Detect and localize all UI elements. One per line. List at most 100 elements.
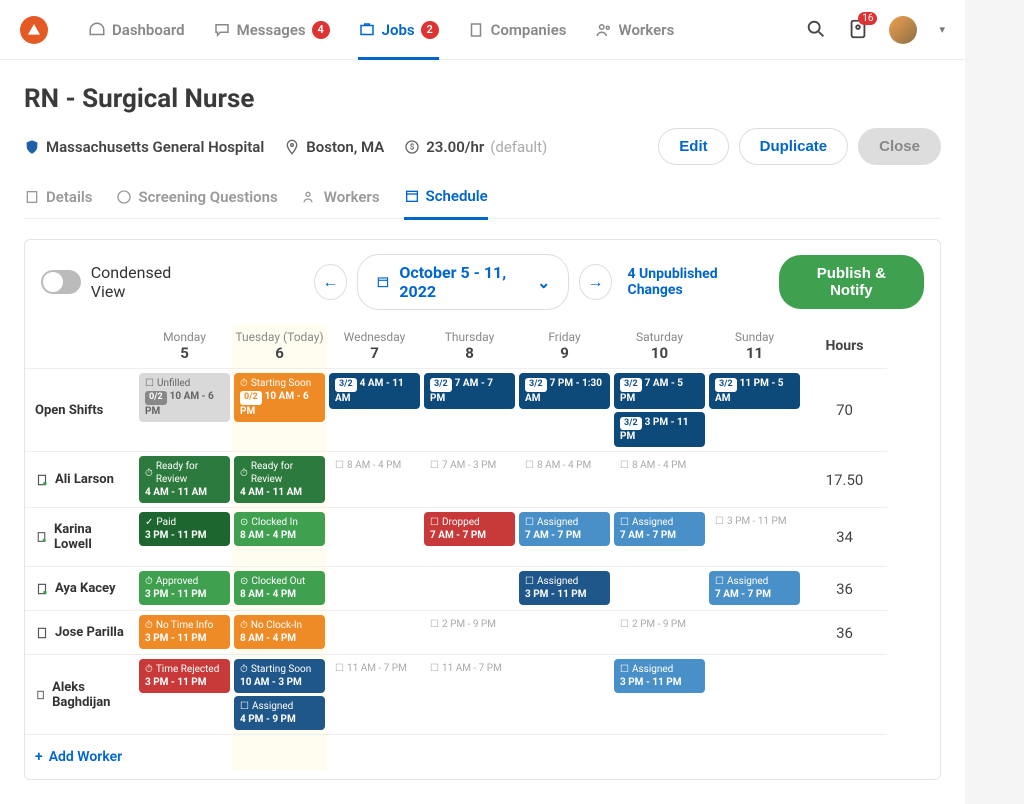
doc-icon [24, 189, 40, 205]
notif-badge: 16 [858, 12, 877, 25]
row-worker[interactable]: Aleks Baghdijan [25, 654, 137, 734]
worker-icon [35, 530, 48, 544]
shift-card[interactable]: ☐ Assigned4 PM - 9 PM [234, 696, 325, 730]
shift-card[interactable]: ⏱ Starting Soon0/210 AM - 6 PM [234, 373, 325, 422]
edit-button[interactable]: Edit [658, 128, 728, 165]
condensed-toggle[interactable] [41, 270, 81, 294]
shift-card[interactable]: ⏱ Ready for Review4 AM - 11 AM [139, 456, 230, 503]
tab-screening[interactable]: Screening Questions [116, 187, 277, 218]
row-worker[interactable]: Ali Larson [25, 451, 137, 507]
shift-card[interactable]: 3/23 PM - 11 PM [614, 412, 705, 448]
nav-messages[interactable]: Messages 4 [213, 21, 330, 39]
worker-icon [35, 688, 46, 702]
close-button[interactable]: Close [858, 128, 941, 165]
hours-open: 70 [802, 368, 887, 451]
pin-icon [284, 139, 300, 155]
ghost-slot[interactable]: ☐ 8 AM - 4 PM [519, 456, 610, 475]
hours-aleks [802, 654, 887, 734]
ghost-slot[interactable]: ☐ 8 AM - 4 PM [614, 456, 705, 475]
top-nav: Dashboard Messages 4 Jobs 2 Companies Wo… [0, 0, 965, 60]
ghost-slot[interactable]: ☐ 11 AM - 7 PM [329, 659, 420, 678]
shift-card[interactable]: ☐ Unfilled0/210 AM - 6 PM [139, 373, 230, 422]
rate-meta: $ 23.00/hr (default) [404, 138, 547, 156]
shift-card[interactable]: 3/27 AM - 7 PM [424, 373, 515, 409]
tab-workers[interactable]: Workers [302, 187, 380, 218]
nav-workers[interactable]: Workers [595, 21, 675, 39]
shift-card[interactable]: ☐ Assigned7 AM - 7 PM [614, 512, 705, 546]
ghost-slot[interactable]: ☐ 3 PM - 11 PM [709, 512, 800, 531]
shift-card[interactable]: ⏱ Time Rejected3 PM - 11 PM [139, 659, 230, 693]
unpublished-changes[interactable]: 4 Unpublished Changes [628, 266, 763, 298]
duplicate-button[interactable]: Duplicate [739, 128, 849, 165]
nav-dashboard[interactable]: Dashboard [88, 21, 185, 39]
shift-card[interactable]: ☐ Assigned7 AM - 7 PM [709, 571, 800, 605]
row-worker[interactable]: Jose Parilla [25, 610, 137, 654]
help-icon [116, 189, 132, 205]
tab-details[interactable]: Details [24, 187, 92, 218]
people-icon [595, 21, 613, 39]
ghost-slot[interactable]: ☐ 11 AM - 7 PM [424, 659, 515, 678]
jobs-badge: 2 [421, 21, 439, 39]
calendar-icon [376, 274, 390, 290]
hospital-meta: Massachusetts General Hospital [24, 138, 264, 156]
hours-karina: 34 [802, 507, 887, 566]
shift-card[interactable]: ⏱ Ready for Review4 AM - 11 AM [234, 456, 325, 503]
shift-card[interactable]: ✓ Paid3 PM - 11 PM [139, 512, 230, 546]
publish-button[interactable]: Publish & Notify [779, 255, 924, 309]
user-avatar[interactable] [889, 16, 917, 44]
tab-schedule[interactable]: Schedule [404, 187, 488, 220]
shift-card[interactable]: ☐ Assigned3 PM - 11 PM [614, 659, 705, 693]
search-button[interactable] [805, 18, 829, 42]
shift-card[interactable]: 3/211 PM - 5 AM [709, 373, 800, 409]
row-worker[interactable]: Aya Kacey [25, 566, 137, 610]
add-worker-button[interactable]: + Add Worker [25, 734, 137, 779]
shift-card[interactable]: 3/27 AM - 5 PM [614, 373, 705, 409]
shift-card[interactable]: ☐ Dropped7 AM - 7 PM [424, 512, 515, 546]
logo-icon [26, 22, 42, 38]
row-open-shifts: Open Shifts [25, 368, 137, 451]
shift-card[interactable]: 3/27 PM - 1:30 AM [519, 373, 610, 409]
nav-jobs[interactable]: Jobs 2 [358, 21, 439, 60]
day-head-tue: Tuesday (Today)6 [232, 324, 327, 368]
gauge-icon [88, 21, 106, 39]
day-head-thu: Thursday8 [422, 324, 517, 368]
shift-card[interactable]: ⏱ No Time Info3 PM - 11 PM [139, 615, 230, 649]
shift-card[interactable]: ⊙ Clocked In8 AM - 4 PM [234, 512, 325, 546]
ghost-slot[interactable]: ☐ 2 PM - 9 PM [424, 615, 515, 634]
shift-card[interactable]: ⏱ Starting Soon10 AM - 3 PM [234, 659, 325, 693]
notifications-button[interactable]: 16 [847, 18, 871, 42]
shift-card[interactable]: ☐ Assigned7 AM - 7 PM [519, 512, 610, 546]
next-week-button[interactable]: → [579, 264, 611, 300]
day-head-sun: Sunday11 [707, 324, 802, 368]
worker-icon [35, 626, 49, 640]
date-range-picker[interactable]: October 5 - 11, 2022 ⌄ [357, 254, 570, 310]
ghost-slot[interactable]: ☐ 7 AM - 3 PM [424, 456, 515, 475]
chevron-down-icon: ⌄ [537, 273, 550, 292]
shift-card[interactable]: ⏱ Approved3 PM - 11 PM [139, 571, 230, 605]
chevron-down-icon[interactable]: ▾ [939, 23, 945, 36]
page-title: RN - Surgical Nurse [24, 84, 941, 114]
building-icon [467, 21, 485, 39]
shift-card[interactable]: ⏱ No Clock-In8 AM - 4 PM [234, 615, 325, 649]
ghost-slot[interactable]: ☐ 8 AM - 4 PM [329, 456, 420, 475]
hours-head: Hours [802, 324, 887, 368]
hours-aya: 36 [802, 566, 887, 610]
condensed-label: Condensed View [91, 263, 199, 301]
worker-icon [35, 582, 49, 596]
messages-badge: 4 [312, 21, 330, 39]
people-icon [302, 189, 318, 205]
prev-week-button[interactable]: ← [314, 264, 346, 300]
nav-companies[interactable]: Companies [467, 21, 567, 39]
shift-card[interactable]: ⊙ Clocked Out8 AM - 4 PM [234, 571, 325, 605]
shift-card[interactable]: 3/24 AM - 11 AM [329, 373, 420, 409]
chat-icon [213, 21, 231, 39]
day-head-sat: Saturday10 [612, 324, 707, 368]
ghost-slot[interactable]: ☐ 2 PM - 9 PM [614, 615, 705, 634]
search-icon [805, 18, 827, 40]
shield-icon [24, 139, 40, 155]
jobs-icon [358, 21, 376, 39]
calendar-icon [404, 188, 420, 204]
day-head-wed: Wednesday7 [327, 324, 422, 368]
row-worker[interactable]: Karina Lowell [25, 507, 137, 566]
shift-card[interactable]: ☐ Assigned3 PM - 11 PM [519, 571, 610, 605]
